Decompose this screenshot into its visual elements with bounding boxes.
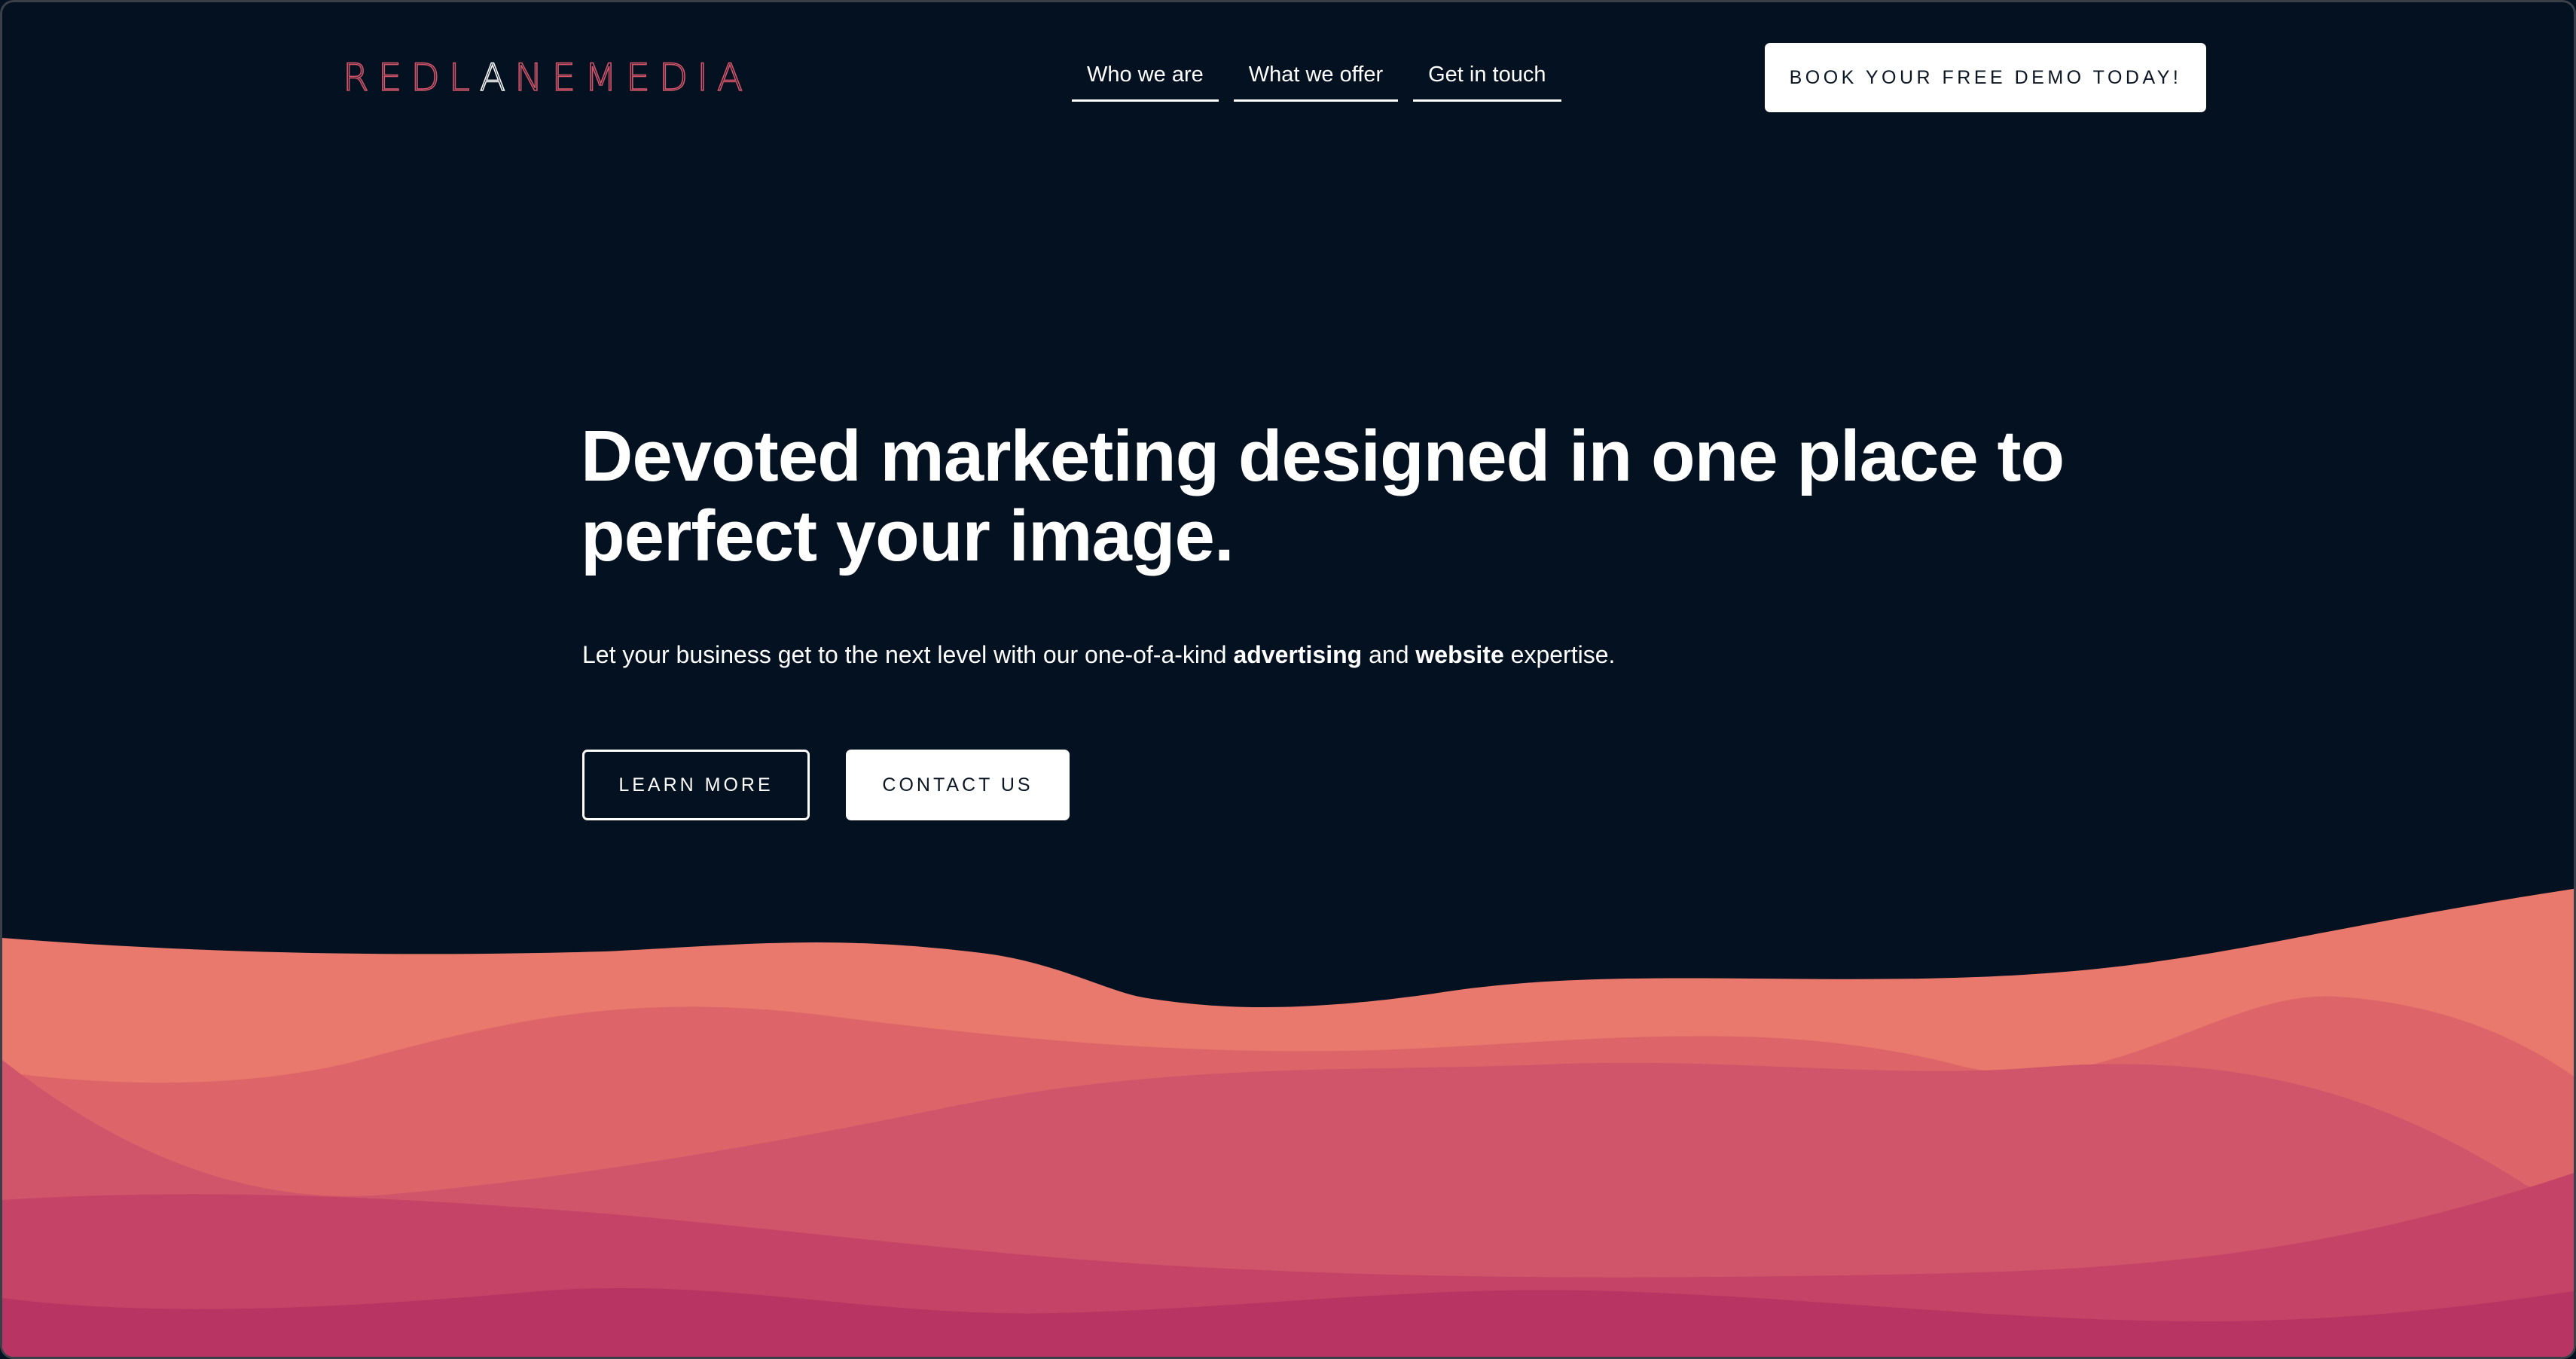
nav-link-what-we-offer[interactable]: What we offer <box>1233 60 1399 102</box>
hero-subtitle-middle: and <box>1362 641 1416 668</box>
decorative-waves <box>2 888 2574 1357</box>
logo[interactable]: REDLANEMEDIA <box>342 55 757 100</box>
logo-text: REDLANEMEDIA <box>342 55 752 100</box>
main-nav: Who we are What we offer Get in touch <box>1072 60 1561 102</box>
nav-link-get-in-touch[interactable]: Get in touch <box>1413 60 1561 102</box>
book-demo-button[interactable]: BOOK YOUR FREE DEMO TODAY! <box>1765 43 2206 112</box>
hero-subtitle-website: website <box>1415 641 1504 668</box>
contact-us-button[interactable]: CONTACT US <box>846 750 1070 820</box>
hero-subtitle-prefix: Let your business get to the next level … <box>582 641 1234 668</box>
nav-link-who-we-are[interactable]: Who we are <box>1072 60 1219 102</box>
hero-title: Devoted marketing designed in one place … <box>581 416 2065 576</box>
logo-text-accent: A <box>479 55 515 100</box>
page-frame: REDLANEMEDIA Who we are What we offer Ge… <box>0 0 2576 1359</box>
hero-subtitle-suffix: expertise. <box>1503 641 1616 668</box>
learn-more-button[interactable]: LEARN MORE <box>582 750 810 820</box>
logo-text-part-2: NEMEDIA <box>514 55 752 100</box>
hero-subtitle-advertising: advertising <box>1233 641 1363 668</box>
logo-text-part-1: REDL <box>342 55 480 100</box>
hero-subtitle: Let your business get to the next level … <box>582 637 1938 673</box>
